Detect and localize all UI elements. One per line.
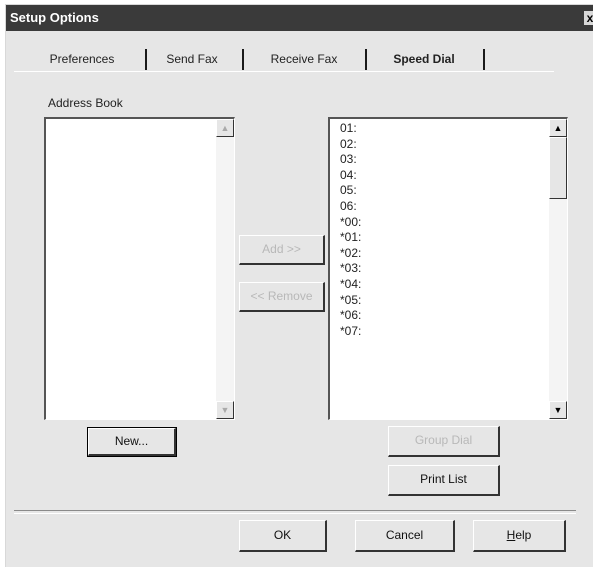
footer-divider [14,510,576,514]
speed-dial-entry[interactable]: *03: [340,261,361,277]
help-button[interactable]: Help [473,520,566,552]
scroll-up-arrow-icon[interactable]: ▲ [216,119,234,137]
speed-dial-entry[interactable]: *04: [340,277,361,293]
dialog-title: Setup Options [10,10,99,25]
speed-dial-entry[interactable]: *05: [340,293,361,309]
speed-dial-list[interactable]: 01: 02: 03: 04: 05: 06: *00: *01: *02: *… [328,117,568,420]
add-button[interactable]: Add >> [239,235,325,265]
tab-speed-dial[interactable]: Speed Dial [370,46,478,72]
address-book-scrollbar[interactable]: ▲ ▼ [216,119,234,419]
speed-dial-entry[interactable]: 05: [340,183,361,199]
speed-dial-entry[interactable]: 01: [340,121,361,137]
ok-button[interactable]: OK [239,520,327,552]
tab-divider [145,49,147,70]
scroll-thumb[interactable] [549,137,567,199]
speed-dial-entry[interactable]: 04: [340,168,361,184]
print-list-button[interactable]: Print List [388,465,500,496]
speed-dial-scrollbar[interactable]: ▲ ▼ [549,119,567,419]
remove-button[interactable]: << Remove [239,282,325,312]
speed-dial-entry[interactable]: 03: [340,152,361,168]
cancel-button[interactable]: Cancel [355,520,455,552]
new-button[interactable]: New... [87,427,177,457]
close-button[interactable]: x [584,11,593,25]
speed-dial-entry[interactable]: 02: [340,137,361,153]
tab-send-fax[interactable]: Send Fax [148,46,236,72]
address-book-list[interactable]: ▲ ▼ [44,117,235,420]
speed-dial-entry[interactable]: 06: [340,199,361,215]
speed-dial-entry[interactable]: *01: [340,230,361,246]
scroll-down-arrow-icon[interactable]: ▼ [216,401,234,419]
tab-divider [483,49,485,70]
tab-divider [365,49,367,70]
group-dial-button[interactable]: Group Dial [388,426,500,457]
title-bar[interactable]: Setup Options x [6,5,593,31]
speed-dial-entry[interactable]: *06: [340,308,361,324]
address-book-label: Address Book [48,96,123,110]
speed-dial-entry[interactable]: *00: [340,215,361,231]
speed-dial-entry[interactable]: *02: [340,246,361,262]
tab-divider [242,49,244,70]
scroll-up-arrow-icon[interactable]: ▲ [549,119,567,137]
scroll-down-arrow-icon[interactable]: ▼ [549,401,567,419]
tab-preferences[interactable]: Preferences [32,46,132,72]
tab-receive-fax[interactable]: Receive Fax [248,46,360,72]
speed-dial-entries: 01: 02: 03: 04: 05: 06: *00: *01: *02: *… [340,121,361,339]
help-label: elp [515,528,532,542]
speed-dial-entry[interactable]: *07: [340,324,361,340]
